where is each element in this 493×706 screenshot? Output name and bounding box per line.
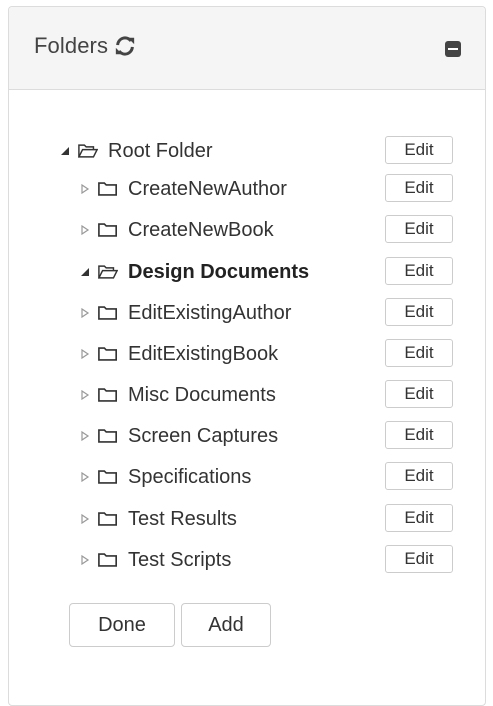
edit-button[interactable]: Edit bbox=[385, 257, 453, 285]
panel-title: Folders bbox=[34, 33, 109, 58]
add-button[interactable]: Add bbox=[181, 603, 271, 647]
tree-node[interactable]: EditExistingAuthor bbox=[80, 298, 291, 328]
collapsed-arrow-icon[interactable] bbox=[80, 308, 90, 318]
edit-button[interactable]: Edit bbox=[385, 298, 453, 326]
collapsed-arrow-icon[interactable] bbox=[80, 225, 90, 235]
expanded-arrow-icon[interactable] bbox=[80, 267, 90, 277]
folder-icon bbox=[98, 182, 117, 196]
folder-icon bbox=[98, 347, 117, 361]
tree-node-label[interactable]: Specifications bbox=[128, 466, 251, 489]
collapsed-arrow-icon[interactable] bbox=[80, 555, 90, 565]
tree-node-label[interactable]: Test Results bbox=[128, 508, 237, 531]
edit-button[interactable]: Edit bbox=[385, 545, 453, 573]
expanded-arrow-icon[interactable] bbox=[60, 146, 70, 156]
collapsed-arrow-icon[interactable] bbox=[80, 431, 90, 441]
tree-node-selected[interactable]: Design Documents bbox=[80, 257, 309, 287]
edit-button[interactable]: Edit bbox=[385, 136, 453, 164]
folder-icon bbox=[98, 512, 117, 526]
refresh-icon[interactable] bbox=[114, 35, 136, 57]
tree-node-label[interactable]: EditExistingBook bbox=[128, 343, 278, 366]
tree-node[interactable]: CreateNewBook bbox=[80, 215, 274, 245]
tree-node-label[interactable]: Root Folder bbox=[108, 140, 213, 163]
tree-node-label[interactable]: Design Documents bbox=[128, 261, 309, 284]
folder-icon bbox=[98, 429, 117, 443]
folder-icon bbox=[98, 553, 117, 567]
panel-header: Folders bbox=[9, 7, 485, 90]
collapsed-arrow-icon[interactable] bbox=[80, 349, 90, 359]
collapse-panel-icon[interactable] bbox=[445, 41, 461, 57]
edit-button[interactable]: Edit bbox=[385, 504, 453, 532]
folder-open-icon bbox=[78, 144, 98, 158]
folder-icon bbox=[98, 388, 117, 402]
edit-button[interactable]: Edit bbox=[385, 380, 453, 408]
folder-open-icon bbox=[98, 265, 118, 279]
tree-node[interactable]: Misc Documents bbox=[80, 380, 276, 410]
tree-node-label[interactable]: EditExistingAuthor bbox=[128, 302, 291, 325]
collapsed-arrow-icon[interactable] bbox=[80, 514, 90, 524]
tree-node[interactable]: CreateNewAuthor bbox=[80, 174, 287, 204]
tree-node[interactable]: Specifications bbox=[80, 462, 251, 492]
tree-node-label[interactable]: CreateNewAuthor bbox=[128, 178, 287, 201]
tree-node[interactable]: Test Results bbox=[80, 504, 237, 534]
done-button[interactable]: Done bbox=[69, 603, 175, 647]
tree-node[interactable]: Test Scripts bbox=[80, 545, 231, 575]
edit-button[interactable]: Edit bbox=[385, 174, 453, 202]
tree-node-label[interactable]: Misc Documents bbox=[128, 384, 276, 407]
tree-node[interactable]: EditExistingBook bbox=[80, 339, 278, 369]
tree-node-label[interactable]: Screen Captures bbox=[128, 425, 278, 448]
tree-node-root[interactable]: Root Folder bbox=[60, 136, 213, 166]
tree-node-label[interactable]: CreateNewBook bbox=[128, 219, 274, 242]
folder-icon bbox=[98, 306, 117, 320]
collapsed-arrow-icon[interactable] bbox=[80, 472, 90, 482]
collapsed-arrow-icon[interactable] bbox=[80, 390, 90, 400]
edit-button[interactable]: Edit bbox=[385, 462, 453, 490]
folder-icon bbox=[98, 470, 117, 484]
collapsed-arrow-icon[interactable] bbox=[80, 184, 90, 194]
folder-icon bbox=[98, 223, 117, 237]
tree-node-label[interactable]: Test Scripts bbox=[128, 549, 231, 572]
edit-button[interactable]: Edit bbox=[385, 339, 453, 367]
edit-button[interactable]: Edit bbox=[385, 215, 453, 243]
tree-node[interactable]: Screen Captures bbox=[80, 421, 278, 451]
edit-button[interactable]: Edit bbox=[385, 421, 453, 449]
